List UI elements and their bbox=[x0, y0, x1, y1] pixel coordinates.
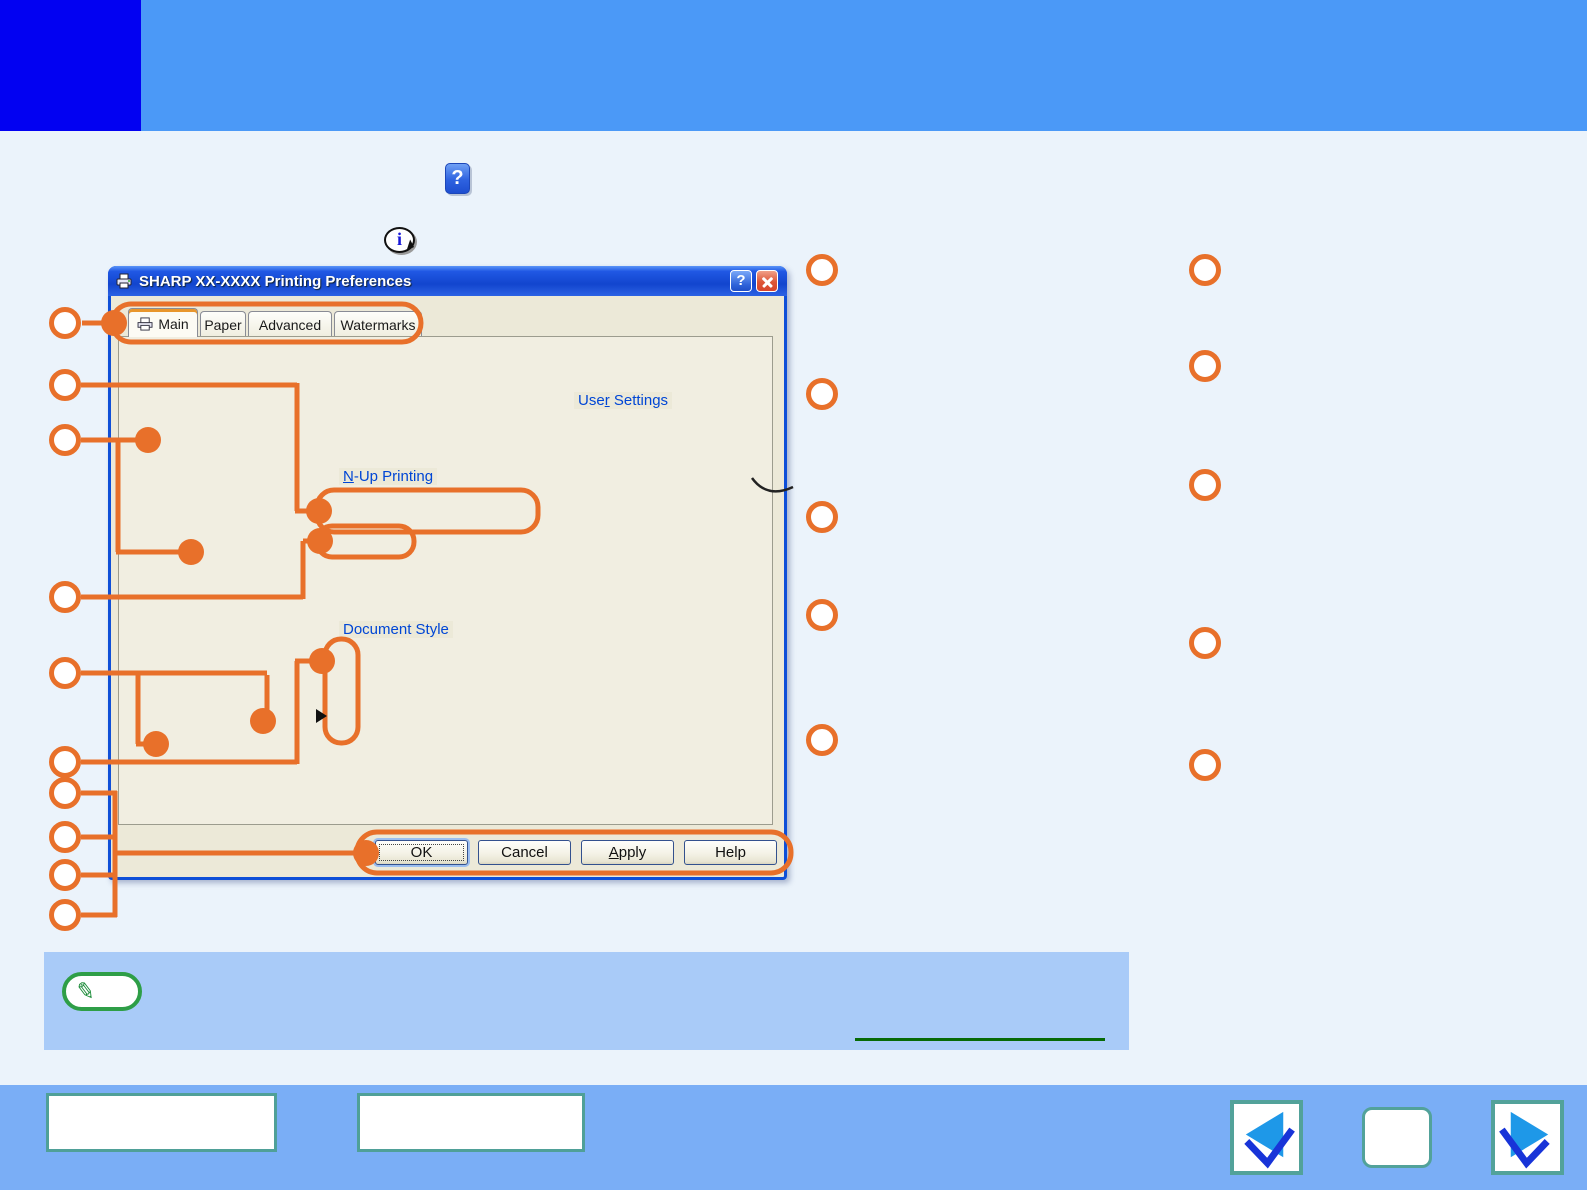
forward-arrow-icon bbox=[1495, 1104, 1560, 1171]
page-number-box bbox=[1362, 1107, 1432, 1168]
nup-printing-group-label: N-Up Printing bbox=[339, 468, 437, 485]
tab-advanced[interactable]: Advanced bbox=[248, 311, 332, 337]
callout-circle bbox=[49, 859, 81, 891]
callout-circle bbox=[1189, 254, 1221, 286]
callout-circle bbox=[1189, 749, 1221, 781]
help-icon: ? bbox=[445, 163, 470, 194]
help-button[interactable]: Help bbox=[684, 840, 777, 865]
tab-label: Main bbox=[158, 316, 188, 332]
tab-watermarks[interactable]: Watermarks bbox=[334, 311, 422, 337]
callout-circle bbox=[49, 307, 81, 339]
callout-circle bbox=[806, 501, 838, 533]
close-icon[interactable] bbox=[756, 270, 778, 292]
footer-bar bbox=[0, 1085, 1587, 1190]
callout-circle bbox=[806, 724, 838, 756]
header-band bbox=[0, 0, 1587, 131]
note-box: ✎ bbox=[44, 952, 1129, 1050]
apply-button[interactable]: Apply bbox=[581, 840, 674, 865]
dialog-title: SHARP XX-XXXX Printing Preferences bbox=[139, 273, 411, 290]
tab-panel bbox=[118, 336, 773, 825]
note-badge: ✎ bbox=[62, 972, 142, 1011]
footer-box-contents[interactable] bbox=[46, 1093, 277, 1152]
callout-circle bbox=[1189, 469, 1221, 501]
titlebar-help-button[interactable]: ? bbox=[730, 270, 752, 292]
printer-icon bbox=[137, 317, 154, 331]
callout-circle bbox=[49, 581, 81, 613]
tab-paper[interactable]: Paper bbox=[200, 311, 246, 337]
callout-circle bbox=[49, 657, 81, 689]
callout-circle bbox=[49, 821, 81, 853]
nav-forward-button[interactable] bbox=[1491, 1100, 1564, 1175]
callout-circle bbox=[806, 254, 838, 286]
bubble-arrow-icon bbox=[316, 709, 334, 723]
ok-button[interactable]: OK bbox=[375, 840, 468, 865]
footer-box-index[interactable] bbox=[357, 1093, 585, 1152]
callout-circle bbox=[49, 369, 81, 401]
callout-circle bbox=[806, 378, 838, 410]
callout-circle bbox=[49, 424, 81, 456]
callout-circle bbox=[1189, 627, 1221, 659]
dialog-titlebar[interactable]: SHARP XX-XXXX Printing Preferences ? bbox=[108, 266, 787, 296]
nav-back-button[interactable] bbox=[1230, 1100, 1303, 1175]
header-accent-block bbox=[0, 0, 141, 131]
callout-circle bbox=[806, 599, 838, 631]
info-bubble-icon: i bbox=[384, 227, 415, 253]
callout-circle bbox=[49, 899, 81, 931]
back-arrow-icon bbox=[1234, 1104, 1299, 1171]
callout-circle bbox=[49, 777, 81, 809]
callout-circle bbox=[1189, 350, 1221, 382]
callout-circle bbox=[49, 746, 81, 778]
note-link-underline[interactable] bbox=[855, 1038, 1105, 1041]
printer-icon bbox=[115, 272, 133, 290]
document-style-group-label: Document Style bbox=[339, 621, 453, 638]
pencil-icon: ✎ bbox=[74, 977, 97, 1006]
user-settings-group-label: User Settings bbox=[574, 392, 672, 409]
tab-main[interactable]: Main bbox=[128, 308, 198, 337]
printing-preferences-dialog: SHARP XX-XXXX Printing Preferences ? Mai… bbox=[108, 266, 787, 880]
manual-page: ? i SHARP XX-XXXX Printing Preferences ? bbox=[0, 0, 1587, 1190]
cancel-button[interactable]: Cancel bbox=[478, 840, 571, 865]
